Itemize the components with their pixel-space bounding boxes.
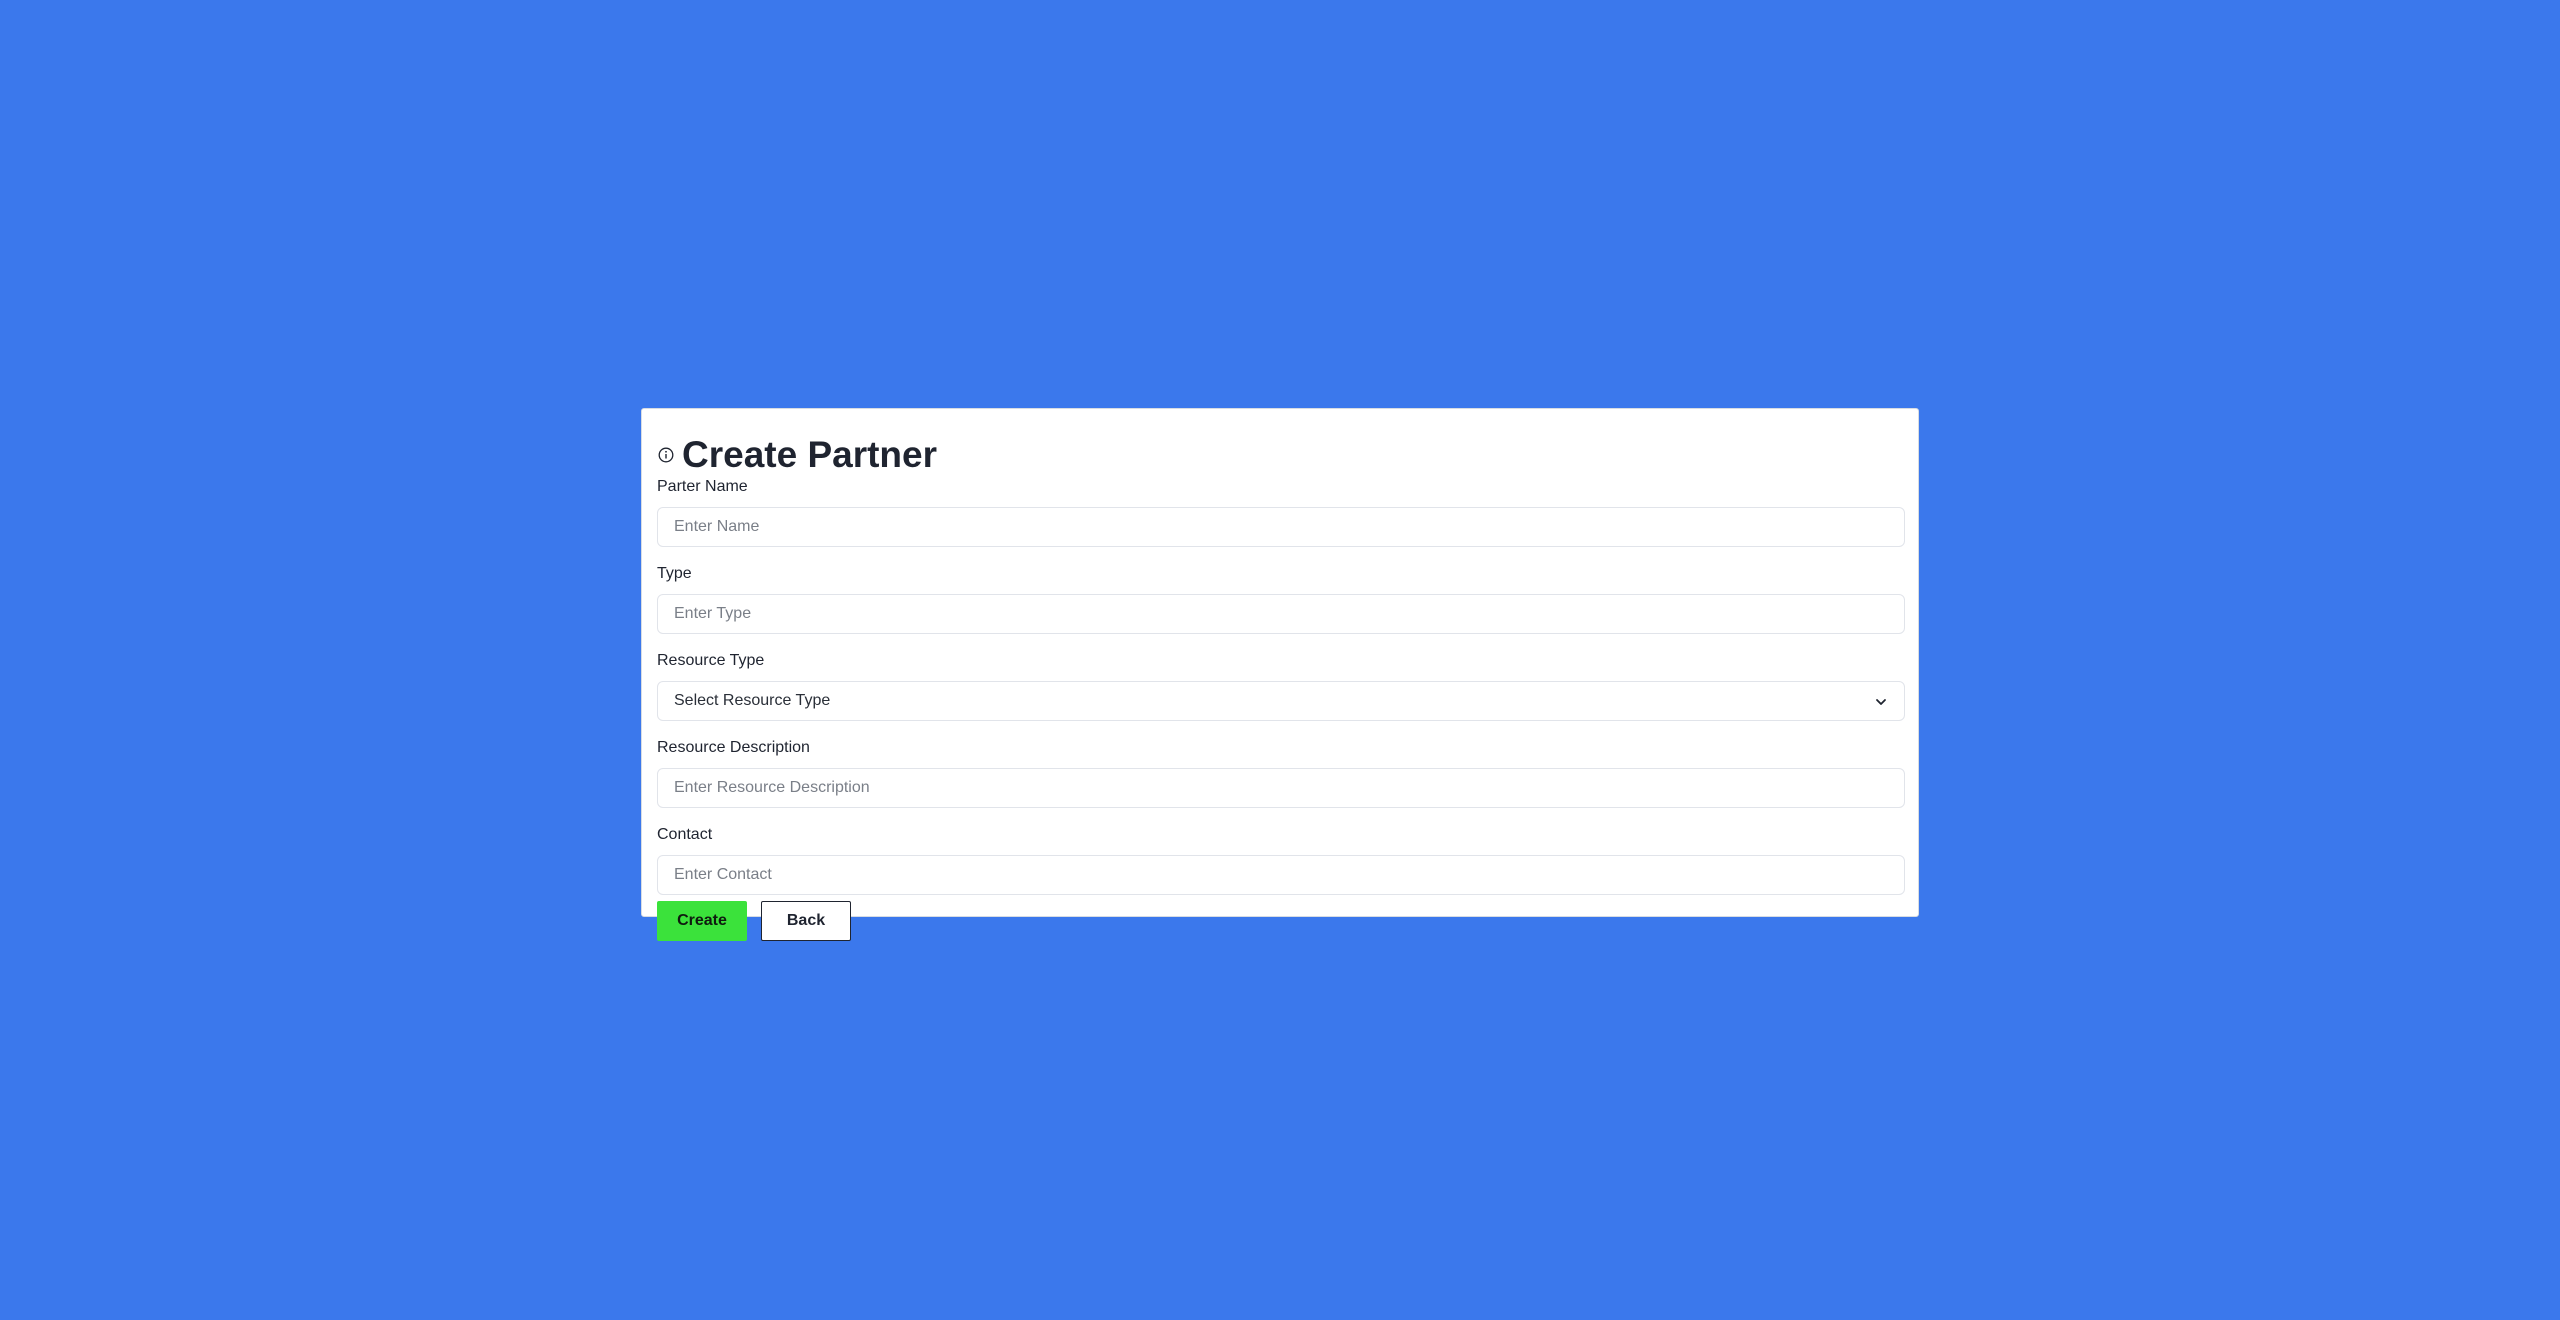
- partner-name-group: Parter Name: [657, 477, 1905, 547]
- type-group: Type: [657, 564, 1905, 634]
- page-title: Create Partner: [682, 434, 938, 475]
- resource-type-group: Resource Type Select Resource Type: [657, 651, 1905, 721]
- info-icon: [657, 446, 675, 464]
- resource-type-label: Resource Type: [657, 652, 765, 669]
- create-partner-card: Create Partner Parter Name Type Resource…: [641, 408, 1919, 941]
- back-button[interactable]: Back: [761, 901, 851, 941]
- form-actions: Create Back: [657, 901, 1903, 941]
- partner-name-label: Parter Name: [657, 478, 748, 495]
- chevron-down-icon: [1874, 695, 1888, 709]
- resource-type-selected-value: Select Resource Type: [674, 692, 831, 709]
- title-row: Create Partner: [657, 435, 1903, 475]
- contact-input[interactable]: [657, 855, 1905, 895]
- contact-group: Contact: [657, 825, 1905, 895]
- resource-description-label: Resource Description: [657, 739, 810, 756]
- type-input[interactable]: [657, 594, 1905, 634]
- resource-description-input[interactable]: [657, 768, 1905, 808]
- resource-type-select[interactable]: Select Resource Type: [657, 681, 1905, 721]
- create-button[interactable]: Create: [657, 901, 747, 941]
- partner-name-input[interactable]: [657, 507, 1905, 547]
- resource-description-group: Resource Description: [657, 738, 1905, 808]
- type-label: Type: [657, 565, 692, 582]
- contact-label: Contact: [657, 826, 713, 843]
